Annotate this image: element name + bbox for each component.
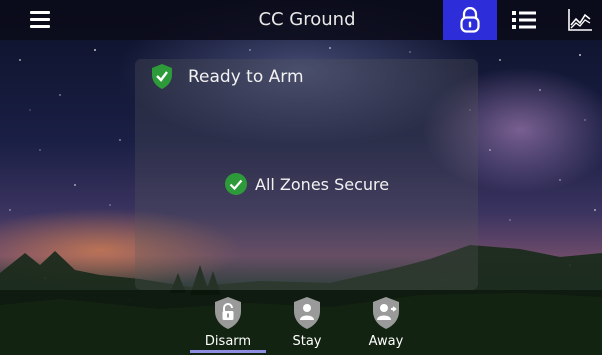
list-icon [512, 11, 536, 29]
arm-status-text: Ready to Arm [188, 66, 304, 87]
zones-status-text: All Zones Secure [255, 174, 390, 194]
away-button[interactable]: Away [354, 296, 418, 349]
tab-chart[interactable] [553, 0, 602, 40]
disarm-label: Disarm [204, 334, 252, 349]
zones-status: All Zones Secure [224, 172, 389, 196]
padlock-icon [460, 7, 480, 33]
tab-security-lock[interactable] [443, 0, 497, 40]
arm-status: Ready to Arm [150, 63, 304, 90]
top-navigation-bar: CC Ground [0, 0, 602, 40]
check-shield-icon [152, 64, 172, 89]
stay-button[interactable]: Stay [275, 296, 339, 349]
check-circle-icon [225, 173, 247, 195]
person-shield-icon [294, 297, 320, 329]
tab-list[interactable] [497, 0, 551, 40]
away-label: Away [368, 334, 404, 349]
selected-mode-indicator [190, 350, 266, 353]
chart-icon [568, 9, 592, 31]
person-leave-shield-icon [373, 297, 399, 329]
stay-label: Stay [292, 334, 322, 349]
unlock-shield-icon [215, 297, 241, 329]
disarm-button[interactable]: Disarm [196, 296, 260, 349]
